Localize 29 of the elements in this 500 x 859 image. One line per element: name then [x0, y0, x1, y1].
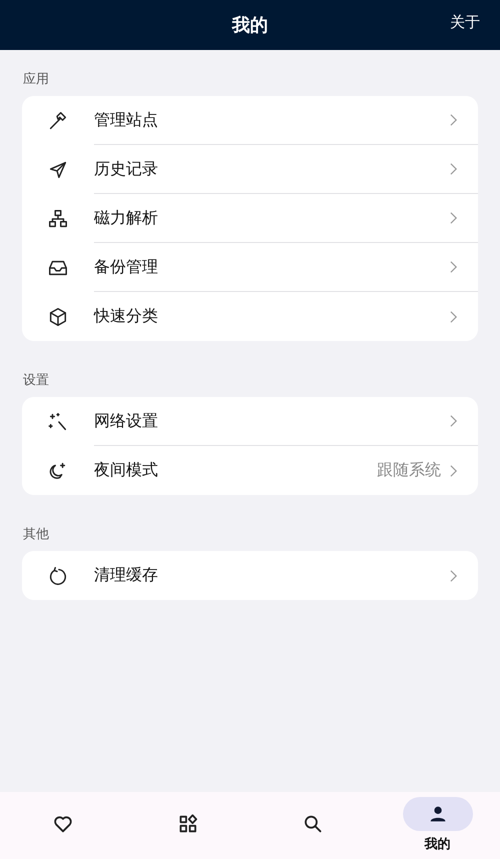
chevron-right-icon	[449, 113, 458, 127]
about-button[interactable]: 关于	[450, 13, 480, 32]
menu-item[interactable]: 网络设置	[94, 410, 449, 432]
section-title: 设置	[22, 372, 50, 389]
network-icon	[47, 208, 69, 230]
chevron-right-icon	[449, 464, 458, 478]
chevron-right-icon	[449, 414, 458, 428]
menu-item[interactable]: 备份管理	[94, 256, 449, 278]
refresh-icon	[47, 564, 69, 586]
chevron-right-icon	[449, 568, 458, 582]
nav-tab[interactable]	[402, 797, 472, 831]
sparkle-wand-icon	[47, 410, 69, 432]
menu-item[interactable]: 快速分类	[94, 306, 449, 327]
menu-item[interactable]: 历史记录	[94, 158, 449, 180]
section-title: 其他	[22, 526, 50, 543]
item-value: 跟随系统	[377, 460, 441, 481]
nav-label: 我的	[424, 836, 450, 853]
chevron-right-icon	[449, 162, 458, 176]
menu-item[interactable]: 管理站点	[94, 110, 449, 130]
chevron-right-icon	[449, 260, 458, 274]
cube-icon	[47, 306, 69, 328]
chevron-right-icon	[449, 211, 458, 225]
page-title: 我的	[232, 14, 268, 37]
menu-item[interactable]: 磁力解析	[94, 208, 449, 228]
hammer-icon	[47, 110, 69, 132]
chevron-right-icon	[449, 310, 458, 324]
menu-item[interactable]: 清理缓存	[94, 565, 449, 586]
menu-item[interactable]: 夜间模式	[94, 460, 377, 481]
section-title: 应用	[22, 71, 50, 88]
